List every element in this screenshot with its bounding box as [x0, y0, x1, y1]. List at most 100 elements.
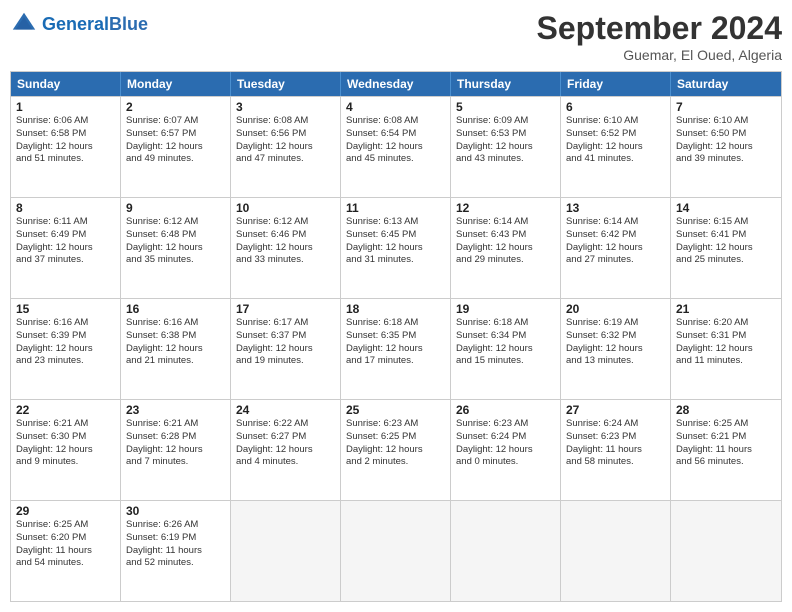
logo-blue: Blue	[109, 14, 148, 34]
day-number: 27	[566, 403, 665, 417]
cal-header-day: Saturday	[671, 72, 781, 96]
day-info: Sunrise: 6:14 AM Sunset: 6:42 PM Dayligh…	[566, 216, 665, 267]
day-number: 11	[346, 201, 445, 215]
calendar-cell: 13Sunrise: 6:14 AM Sunset: 6:42 PM Dayli…	[561, 198, 671, 298]
day-info: Sunrise: 6:16 AM Sunset: 6:38 PM Dayligh…	[126, 317, 225, 368]
calendar-cell: 15Sunrise: 6:16 AM Sunset: 6:39 PM Dayli…	[11, 299, 121, 399]
day-number: 4	[346, 100, 445, 114]
day-info: Sunrise: 6:12 AM Sunset: 6:48 PM Dayligh…	[126, 216, 225, 267]
calendar-cell: 14Sunrise: 6:15 AM Sunset: 6:41 PM Dayli…	[671, 198, 781, 298]
cal-header-day: Tuesday	[231, 72, 341, 96]
calendar-cell: 28Sunrise: 6:25 AM Sunset: 6:21 PM Dayli…	[671, 400, 781, 500]
day-info: Sunrise: 6:08 AM Sunset: 6:54 PM Dayligh…	[346, 115, 445, 166]
day-info: Sunrise: 6:15 AM Sunset: 6:41 PM Dayligh…	[676, 216, 776, 267]
calendar-cell: 18Sunrise: 6:18 AM Sunset: 6:35 PM Dayli…	[341, 299, 451, 399]
day-info: Sunrise: 6:14 AM Sunset: 6:43 PM Dayligh…	[456, 216, 555, 267]
day-number: 20	[566, 302, 665, 316]
calendar-cell: 4Sunrise: 6:08 AM Sunset: 6:54 PM Daylig…	[341, 97, 451, 197]
calendar-cell: 1Sunrise: 6:06 AM Sunset: 6:58 PM Daylig…	[11, 97, 121, 197]
cal-header-day: Monday	[121, 72, 231, 96]
cal-header-day: Wednesday	[341, 72, 451, 96]
day-number: 22	[16, 403, 115, 417]
day-info: Sunrise: 6:10 AM Sunset: 6:50 PM Dayligh…	[676, 115, 776, 166]
day-number: 3	[236, 100, 335, 114]
day-info: Sunrise: 6:07 AM Sunset: 6:57 PM Dayligh…	[126, 115, 225, 166]
day-number: 10	[236, 201, 335, 215]
calendar-cell: 6Sunrise: 6:10 AM Sunset: 6:52 PM Daylig…	[561, 97, 671, 197]
calendar-cell: 26Sunrise: 6:23 AM Sunset: 6:24 PM Dayli…	[451, 400, 561, 500]
day-info: Sunrise: 6:08 AM Sunset: 6:56 PM Dayligh…	[236, 115, 335, 166]
month-title: September 2024	[537, 10, 782, 47]
calendar-cell: 21Sunrise: 6:20 AM Sunset: 6:31 PM Dayli…	[671, 299, 781, 399]
day-number: 1	[16, 100, 115, 114]
calendar-cell: 3Sunrise: 6:08 AM Sunset: 6:56 PM Daylig…	[231, 97, 341, 197]
calendar-cell: 7Sunrise: 6:10 AM Sunset: 6:50 PM Daylig…	[671, 97, 781, 197]
day-number: 7	[676, 100, 776, 114]
calendar-row: 29Sunrise: 6:25 AM Sunset: 6:20 PM Dayli…	[11, 500, 781, 601]
day-number: 13	[566, 201, 665, 215]
calendar-header: SundayMondayTuesdayWednesdayThursdayFrid…	[11, 72, 781, 96]
day-info: Sunrise: 6:12 AM Sunset: 6:46 PM Dayligh…	[236, 216, 335, 267]
day-number: 14	[676, 201, 776, 215]
calendar-cell: 12Sunrise: 6:14 AM Sunset: 6:43 PM Dayli…	[451, 198, 561, 298]
day-info: Sunrise: 6:21 AM Sunset: 6:30 PM Dayligh…	[16, 418, 115, 469]
calendar-cell	[231, 501, 341, 601]
calendar-row: 15Sunrise: 6:16 AM Sunset: 6:39 PM Dayli…	[11, 298, 781, 399]
day-info: Sunrise: 6:25 AM Sunset: 6:20 PM Dayligh…	[16, 519, 115, 570]
calendar-cell: 19Sunrise: 6:18 AM Sunset: 6:34 PM Dayli…	[451, 299, 561, 399]
day-info: Sunrise: 6:06 AM Sunset: 6:58 PM Dayligh…	[16, 115, 115, 166]
day-info: Sunrise: 6:21 AM Sunset: 6:28 PM Dayligh…	[126, 418, 225, 469]
day-number: 6	[566, 100, 665, 114]
location-subtitle: Guemar, El Oued, Algeria	[537, 47, 782, 63]
calendar-cell: 24Sunrise: 6:22 AM Sunset: 6:27 PM Dayli…	[231, 400, 341, 500]
day-number: 24	[236, 403, 335, 417]
header: GeneralBlue September 2024 Guemar, El Ou…	[10, 10, 782, 63]
day-number: 21	[676, 302, 776, 316]
day-info: Sunrise: 6:20 AM Sunset: 6:31 PM Dayligh…	[676, 317, 776, 368]
calendar-cell	[561, 501, 671, 601]
day-number: 29	[16, 504, 115, 518]
title-block: September 2024 Guemar, El Oued, Algeria	[537, 10, 782, 63]
day-info: Sunrise: 6:26 AM Sunset: 6:19 PM Dayligh…	[126, 519, 225, 570]
day-number: 18	[346, 302, 445, 316]
day-number: 30	[126, 504, 225, 518]
cal-header-day: Sunday	[11, 72, 121, 96]
day-number: 19	[456, 302, 555, 316]
calendar-cell: 11Sunrise: 6:13 AM Sunset: 6:45 PM Dayli…	[341, 198, 451, 298]
calendar-cell: 10Sunrise: 6:12 AM Sunset: 6:46 PM Dayli…	[231, 198, 341, 298]
logo-general: General	[42, 14, 109, 34]
day-info: Sunrise: 6:10 AM Sunset: 6:52 PM Dayligh…	[566, 115, 665, 166]
day-number: 12	[456, 201, 555, 215]
calendar-row: 1Sunrise: 6:06 AM Sunset: 6:58 PM Daylig…	[11, 96, 781, 197]
day-info: Sunrise: 6:18 AM Sunset: 6:34 PM Dayligh…	[456, 317, 555, 368]
logo-text: GeneralBlue	[42, 15, 148, 33]
calendar-cell	[451, 501, 561, 601]
calendar-cell: 22Sunrise: 6:21 AM Sunset: 6:30 PM Dayli…	[11, 400, 121, 500]
day-info: Sunrise: 6:23 AM Sunset: 6:25 PM Dayligh…	[346, 418, 445, 469]
day-info: Sunrise: 6:16 AM Sunset: 6:39 PM Dayligh…	[16, 317, 115, 368]
day-number: 26	[456, 403, 555, 417]
logo-icon	[10, 10, 38, 38]
day-number: 15	[16, 302, 115, 316]
day-number: 16	[126, 302, 225, 316]
cal-header-day: Friday	[561, 72, 671, 96]
calendar-body: 1Sunrise: 6:06 AM Sunset: 6:58 PM Daylig…	[11, 96, 781, 601]
calendar-cell: 5Sunrise: 6:09 AM Sunset: 6:53 PM Daylig…	[451, 97, 561, 197]
day-info: Sunrise: 6:09 AM Sunset: 6:53 PM Dayligh…	[456, 115, 555, 166]
day-number: 2	[126, 100, 225, 114]
day-info: Sunrise: 6:23 AM Sunset: 6:24 PM Dayligh…	[456, 418, 555, 469]
calendar-cell: 29Sunrise: 6:25 AM Sunset: 6:20 PM Dayli…	[11, 501, 121, 601]
calendar-cell: 9Sunrise: 6:12 AM Sunset: 6:48 PM Daylig…	[121, 198, 231, 298]
day-info: Sunrise: 6:18 AM Sunset: 6:35 PM Dayligh…	[346, 317, 445, 368]
calendar-cell: 25Sunrise: 6:23 AM Sunset: 6:25 PM Dayli…	[341, 400, 451, 500]
day-number: 9	[126, 201, 225, 215]
calendar-row: 8Sunrise: 6:11 AM Sunset: 6:49 PM Daylig…	[11, 197, 781, 298]
calendar-cell: 20Sunrise: 6:19 AM Sunset: 6:32 PM Dayli…	[561, 299, 671, 399]
day-info: Sunrise: 6:13 AM Sunset: 6:45 PM Dayligh…	[346, 216, 445, 267]
calendar-cell: 8Sunrise: 6:11 AM Sunset: 6:49 PM Daylig…	[11, 198, 121, 298]
calendar: SundayMondayTuesdayWednesdayThursdayFrid…	[10, 71, 782, 602]
day-info: Sunrise: 6:24 AM Sunset: 6:23 PM Dayligh…	[566, 418, 665, 469]
day-number: 8	[16, 201, 115, 215]
day-number: 25	[346, 403, 445, 417]
day-number: 17	[236, 302, 335, 316]
